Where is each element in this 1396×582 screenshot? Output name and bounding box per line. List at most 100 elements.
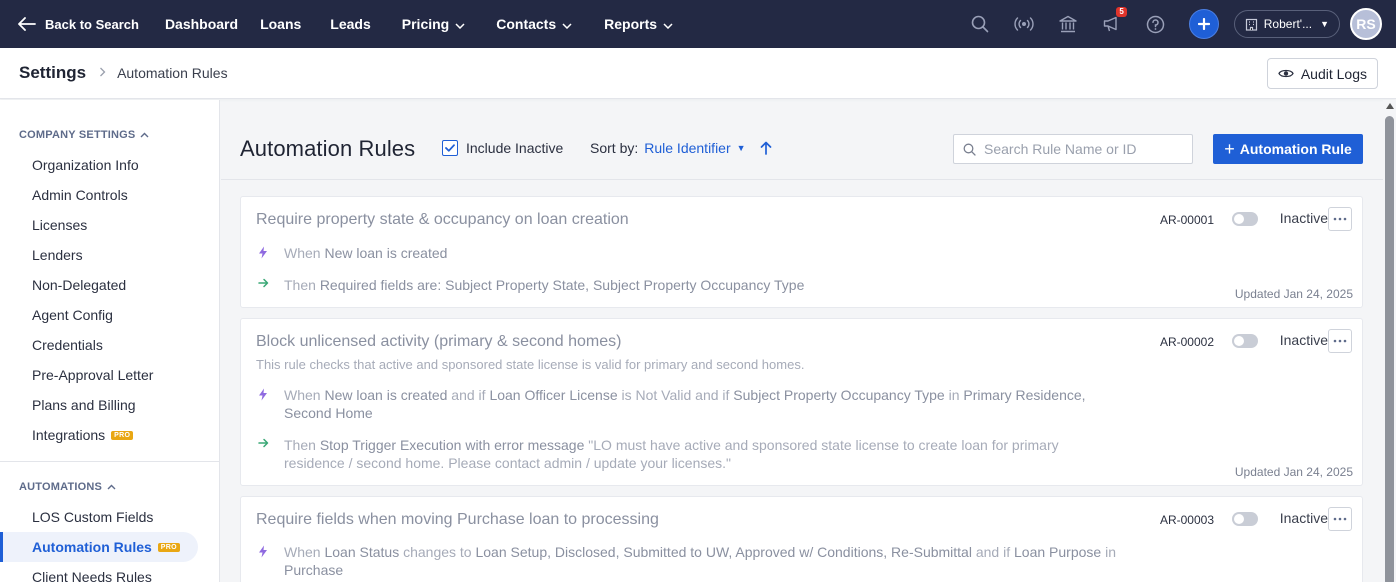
rule-status-label: Inactive (1279, 332, 1328, 348)
sidebar-item-plans-and-billing[interactable]: Plans and Billing (0, 390, 219, 420)
rule-status-label: Inactive (1279, 510, 1328, 526)
automation-rule-card[interactable]: Block unlicensed activity (primary & sec… (240, 318, 1363, 486)
automation-rule-card[interactable]: Require property state & occupancy on lo… (240, 196, 1363, 308)
breadcrumb-settings[interactable]: Settings (19, 63, 86, 83)
scrollbar-thumb[interactable] (1385, 116, 1394, 582)
organization-selector[interactable]: Robert'... ▼ (1233, 10, 1340, 38)
arrow-right-icon (256, 436, 270, 448)
automations-heading[interactable]: AUTOMATIONS (0, 472, 219, 502)
nav-label: Dashboard (164, 16, 239, 32)
nav-dashboard[interactable]: Dashboard (165, 16, 238, 32)
rule-active-toggle[interactable] (1232, 334, 1258, 348)
help-icon[interactable] (1145, 13, 1167, 35)
rule-active-toggle[interactable] (1232, 512, 1258, 526)
caret-down-icon: ▼ (736, 143, 746, 153)
ellipsis-icon (1333, 217, 1347, 221)
chevron-down-icon (562, 16, 572, 32)
rule-search-box[interactable] (953, 134, 1193, 164)
rule-updated-date: Updated Jan 24, 2025 (1234, 287, 1353, 301)
sidebar-item-label: Agent Config (32, 307, 113, 323)
sidebar-item-label: Credentials (32, 337, 103, 353)
nav-label: Pricing (401, 16, 450, 32)
sidebar-item-agent-config[interactable]: Agent Config (0, 300, 219, 330)
company-settings-label: COMPANY SETTINGS (19, 129, 136, 141)
sidebar-item-label: Integrations (32, 427, 106, 443)
page-title: Automation Rules (240, 136, 416, 161)
more-options-button[interactable] (1328, 507, 1352, 531)
sidebar-item-organization-info[interactable]: Organization Info (0, 150, 219, 180)
lightning-icon (256, 543, 270, 558)
announcement-icon[interactable]: 5 (1101, 7, 1127, 35)
sort-by-label: Sort by: (590, 140, 639, 156)
more-options-button[interactable] (1328, 207, 1352, 231)
quick-add-button[interactable] (1188, 9, 1219, 39)
audit-logs-button[interactable]: Audit Logs (1266, 58, 1378, 89)
sidebar-item-label: Non-Delegated (32, 277, 127, 293)
rule-identifier: AR-00001 (1159, 213, 1214, 227)
sidebar-item-label: Licenses (32, 217, 88, 233)
company-settings-list: Organization Info Admin Controls Licenses L… (0, 150, 219, 450)
rules-toolbar: Automation Rules Include Inactive Sort b… (221, 100, 1383, 180)
lightning-icon (256, 244, 270, 259)
sidebar-item-client-needs-rules[interactable]: Client Needs Rules (0, 562, 219, 582)
pro-badge: PRO (111, 430, 134, 440)
arrow-left-icon (18, 17, 36, 31)
main-content: Automation Rules Include Inactive Sort b… (221, 100, 1383, 582)
automation-rule-card[interactable]: Require fields when moving Purchase loan… (240, 496, 1363, 582)
sort-direction-toggle[interactable] (760, 141, 772, 155)
rule-title[interactable]: Require fields when moving Purchase loan… (256, 511, 659, 529)
sidebar-item-label: Organization Info (32, 157, 139, 173)
search-icon[interactable] (969, 13, 991, 35)
scroll-up-arrow-icon[interactable] (1386, 103, 1394, 109)
nav-pricing[interactable]: Pricing (402, 16, 465, 32)
nav-contacts[interactable]: Contacts (496, 16, 572, 32)
sort-field-dropdown[interactable]: Rule Identifier ▼ (644, 140, 745, 156)
rule-title[interactable]: Block unlicensed activity (primary & sec… (256, 333, 621, 351)
chevron-down-icon (455, 16, 465, 32)
add-automation-rule-button[interactable]: + Automation Rule (1213, 134, 1363, 164)
rule-trigger-text: When New loan is created (284, 245, 448, 261)
company-settings-heading[interactable]: COMPANY SETTINGS (0, 120, 219, 150)
sidebar-item-lenders[interactable]: Lenders (0, 240, 219, 270)
bank-icon[interactable] (1057, 13, 1079, 35)
search-icon (963, 143, 976, 156)
user-avatar[interactable]: RS (1350, 8, 1382, 40)
sidebar-item-automation-rules[interactable]: Automation Rules PRO (0, 532, 198, 562)
checkbox-checked-icon (442, 140, 458, 156)
sort-field-value: Rule Identifier (644, 140, 731, 156)
sidebar-item-admin-controls[interactable]: Admin Controls (0, 180, 219, 210)
more-options-button[interactable] (1328, 329, 1352, 353)
sidebar-item-integrations[interactable]: Integrations PRO (0, 420, 219, 450)
page-scrollbar[interactable] (1383, 100, 1396, 582)
sidebar-item-label: Lenders (32, 247, 83, 263)
rule-trigger-text: When Loan Status changes to Loan Setup, … (284, 544, 1116, 578)
sidebar-item-non-delegated[interactable]: Non-Delegated (0, 270, 219, 300)
rule-status-label: Inactive (1279, 210, 1328, 226)
nav-label: Reports (604, 16, 658, 32)
broadcast-icon[interactable] (1013, 13, 1035, 35)
eye-icon (1278, 69, 1294, 78)
sidebar-item-pre-approval-letter[interactable]: Pre-Approval Letter (0, 360, 219, 390)
sidebar-item-credentials[interactable]: Credentials (0, 330, 219, 360)
nav-reports[interactable]: Reports (604, 16, 673, 32)
rule-trigger-condition: When Loan Status changes to Loan Setup, … (256, 543, 1136, 579)
pro-badge: PRO (157, 542, 180, 552)
sidebar-item-licenses[interactable]: Licenses (0, 210, 219, 240)
sidebar-item-los-custom-fields[interactable]: LOS Custom Fields (0, 502, 219, 532)
arrow-right-icon (256, 276, 270, 288)
nav-right-tools: 5 Robert'... ▼ RS (969, 0, 1396, 48)
back-to-search-link[interactable]: Back to Search (18, 17, 139, 32)
notification-count-badge: 5 (1116, 7, 1127, 17)
chevron-up-icon (107, 482, 116, 492)
rule-search-input[interactable] (984, 141, 1184, 157)
rule-active-toggle[interactable] (1232, 212, 1258, 226)
rules-list: Require property state & occupancy on lo… (240, 196, 1363, 582)
nav-loans[interactable]: Loans (260, 16, 301, 32)
nav-leads[interactable]: Leads (330, 16, 370, 32)
ellipsis-icon (1333, 339, 1347, 343)
sidebar-item-label: LOS Custom Fields (32, 509, 154, 525)
caret-down-icon: ▼ (1320, 19, 1329, 29)
rule-title[interactable]: Require property state & occupancy on lo… (256, 211, 629, 229)
include-inactive-checkbox[interactable]: Include Inactive (442, 140, 563, 156)
audit-logs-label: Audit Logs (1300, 65, 1367, 82)
